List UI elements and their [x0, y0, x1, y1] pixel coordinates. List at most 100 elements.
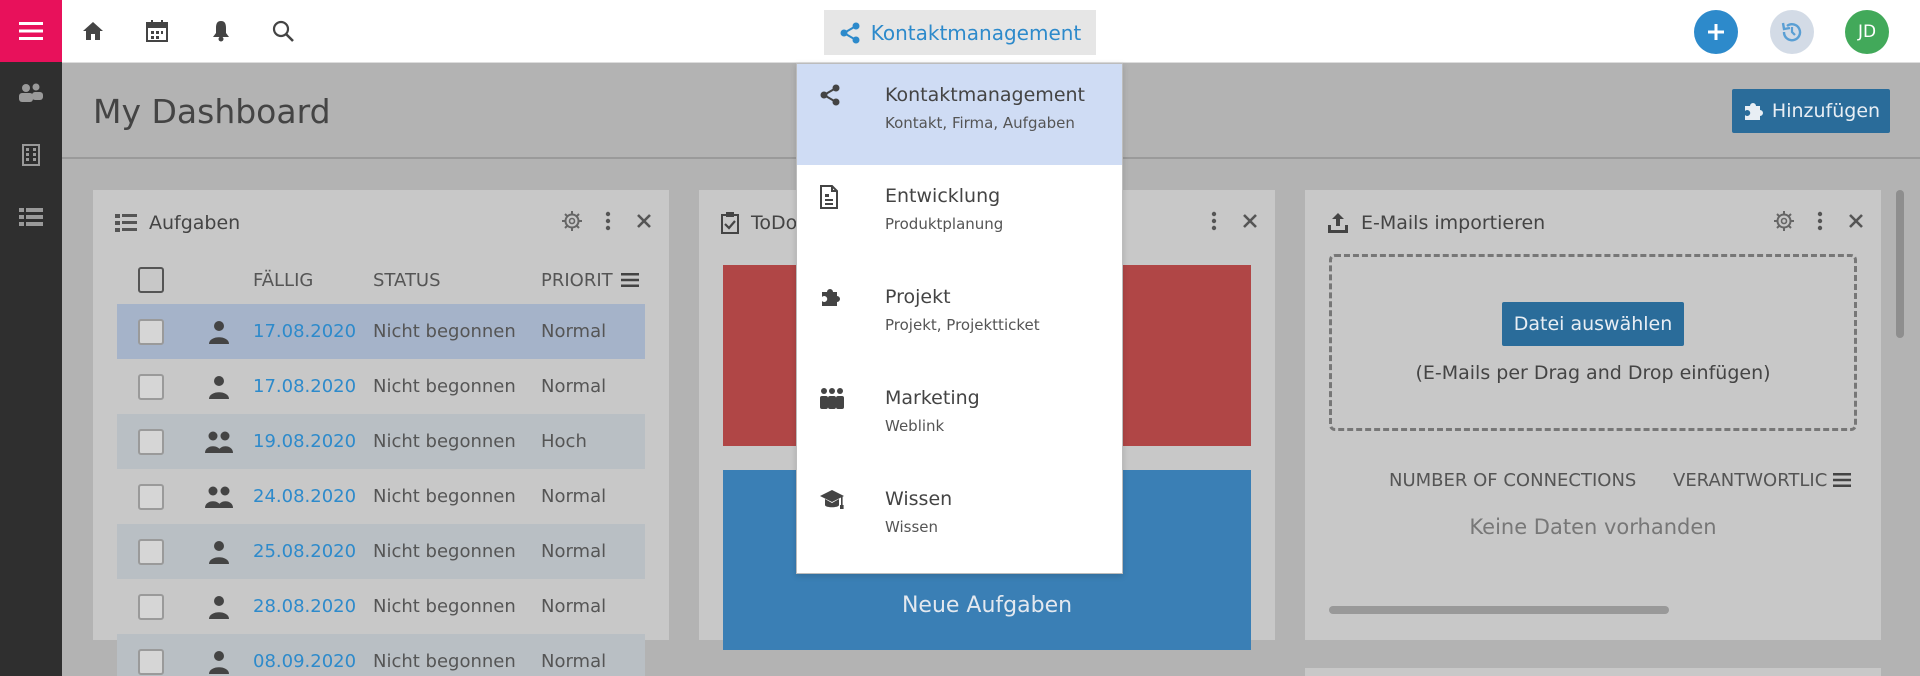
email-import-widget-header: E-Mails importieren	[1305, 190, 1881, 256]
rail-item-tasks[interactable]	[0, 186, 62, 248]
email-import-widget: E-Mails importieren Datei auswählen (E-M…	[1305, 190, 1881, 640]
column-header-status[interactable]: STATUS	[373, 270, 541, 291]
column-header-responsible[interactable]: VERANTWORTLIC	[1673, 470, 1833, 491]
page-scrollbar[interactable]	[1896, 190, 1904, 338]
module-item-label: Kontaktmanagement	[885, 84, 1086, 106]
table-row[interactable]: 17.08.2020 Nicht begonnen Normal	[117, 359, 645, 414]
table-row[interactable]: 17.08.2020 Nicht begonnen Normal	[117, 304, 645, 359]
left-rail	[0, 0, 62, 676]
email-import-title: E-Mails importieren	[1361, 212, 1546, 234]
module-item-label: Marketing	[885, 387, 980, 409]
priority-cell: Normal	[541, 596, 607, 617]
status-cell: Nicht begonnen	[373, 431, 516, 452]
priority-cell: Hoch	[541, 431, 587, 452]
column-header-due[interactable]: FÄLLIG	[253, 270, 373, 291]
row-checkbox[interactable]	[138, 483, 164, 510]
bell-icon[interactable]	[208, 18, 234, 44]
search-icon[interactable]	[270, 18, 296, 44]
list-icon	[19, 208, 43, 226]
column-menu-button[interactable]	[1827, 462, 1857, 498]
row-checkbox[interactable]	[138, 373, 164, 400]
add-widget-button[interactable]: Hinzufügen	[1732, 89, 1890, 133]
main-menu-button[interactable]	[0, 0, 62, 62]
home-icon[interactable]	[80, 18, 106, 44]
more-vertical-icon[interactable]	[597, 210, 619, 232]
status-cell: Nicht begonnen	[373, 376, 516, 397]
calendar-icon[interactable]	[144, 18, 170, 44]
table-row[interactable]: 08.09.2020 Nicht begonnen Normal	[117, 634, 645, 676]
module-item-label: Projekt	[885, 286, 951, 308]
due-date-link[interactable]: 08.09.2020	[253, 651, 373, 672]
rail-item-companies[interactable]	[0, 124, 62, 186]
status-cell: Nicht begonnen	[373, 486, 516, 507]
table-row[interactable]: 28.08.2020 Nicht begonnen Normal	[117, 579, 645, 634]
due-date-link[interactable]: 17.08.2020	[253, 376, 373, 397]
module-item-sub: Produktplanung	[885, 215, 1004, 233]
due-date-link[interactable]: 24.08.2020	[253, 486, 373, 507]
row-checkbox[interactable]	[138, 593, 164, 620]
contacts-icon	[19, 83, 43, 102]
tasks-widget-title: Aufgaben	[149, 212, 241, 234]
user-avatar[interactable]: JD	[1845, 10, 1889, 54]
module-item-label: Entwicklung	[885, 185, 1001, 207]
priority-cell: Normal	[541, 321, 607, 342]
module-item-marketing[interactable]: Marketing Weblink	[797, 367, 1122, 468]
column-header-connections[interactable]: NUMBER OF CONNECTIONS	[1389, 470, 1673, 491]
document-icon	[820, 185, 838, 209]
next-widget-edge	[1305, 668, 1881, 676]
plus-icon	[1708, 24, 1724, 40]
module-item-kontaktmanagement[interactable]: Kontaktmanagement Kontakt, Firma, Aufgab…	[797, 64, 1122, 165]
table-row[interactable]: 19.08.2020 Nicht begonnen Hoch	[117, 414, 645, 469]
group-persons-icon	[205, 486, 233, 508]
due-date-link[interactable]: 25.08.2020	[253, 541, 373, 562]
email-dropzone[interactable]: Datei auswählen (E-Mails per Drag and Dr…	[1329, 254, 1857, 431]
tasks-widget-header: Aufgaben	[93, 190, 669, 256]
more-vertical-icon[interactable]	[1203, 210, 1225, 232]
row-checkbox[interactable]	[138, 428, 164, 455]
table-row[interactable]: 25.08.2020 Nicht begonnen Normal	[117, 524, 645, 579]
module-item-wissen[interactable]: Wissen Wissen	[797, 468, 1122, 569]
empty-state-text: Keine Daten vorhanden	[1469, 515, 1717, 539]
hamburger-icon	[19, 22, 43, 40]
module-item-sub: Wissen	[885, 518, 939, 536]
gear-icon[interactable]	[1773, 210, 1795, 232]
graduation-cap-icon	[820, 490, 844, 509]
priority-cell: Normal	[541, 486, 607, 507]
module-item-entwicklung[interactable]: Entwicklung Produktplanung	[797, 165, 1122, 266]
dropzone-hint: (E-Mails per Drag and Drop einfügen)	[1415, 361, 1771, 384]
module-item-sub: Kontakt, Firma, Aufgaben	[885, 114, 1075, 132]
choose-file-button[interactable]: Datei auswählen	[1501, 301, 1685, 346]
more-vertical-icon[interactable]	[1809, 210, 1831, 232]
share-icon	[820, 84, 840, 106]
hamburger-icon	[621, 273, 639, 287]
due-date-link[interactable]: 17.08.2020	[253, 321, 373, 342]
module-switcher-button[interactable]: Kontaktmanagement	[824, 10, 1096, 55]
tasks-table-header: FÄLLIG STATUS PRIORIT	[117, 256, 645, 304]
create-button[interactable]	[1694, 10, 1738, 54]
status-cell: Nicht begonnen	[373, 596, 516, 617]
close-icon[interactable]	[1845, 210, 1867, 232]
close-icon[interactable]	[1239, 210, 1261, 232]
hamburger-icon	[1833, 473, 1851, 487]
user-initials: JD	[1857, 22, 1877, 42]
top-bar: Kontaktmanagement JD	[62, 0, 1920, 63]
horizontal-scrollbar[interactable]	[1329, 606, 1669, 614]
share-icon	[840, 22, 860, 43]
row-checkbox[interactable]	[138, 538, 164, 565]
table-row[interactable]: 24.08.2020 Nicht begonnen Normal	[117, 469, 645, 524]
gear-icon[interactable]	[561, 210, 583, 232]
due-date-link[interactable]: 19.08.2020	[253, 431, 373, 452]
puzzle-icon	[1744, 103, 1763, 120]
module-item-sub: Projekt, Projektticket	[885, 316, 1040, 334]
page-title: My Dashboard	[93, 92, 331, 131]
row-checkbox[interactable]	[138, 318, 164, 345]
due-date-link[interactable]: 28.08.2020	[253, 596, 373, 617]
row-checkbox[interactable]	[138, 648, 164, 675]
rail-item-contacts[interactable]	[0, 62, 62, 124]
close-icon[interactable]	[633, 210, 655, 232]
module-item-projekt[interactable]: Projekt Projekt, Projektticket	[797, 266, 1122, 367]
building-icon	[22, 144, 40, 166]
select-all-checkbox[interactable]	[138, 267, 164, 293]
history-button[interactable]	[1770, 10, 1814, 54]
column-menu-button[interactable]	[615, 262, 645, 298]
